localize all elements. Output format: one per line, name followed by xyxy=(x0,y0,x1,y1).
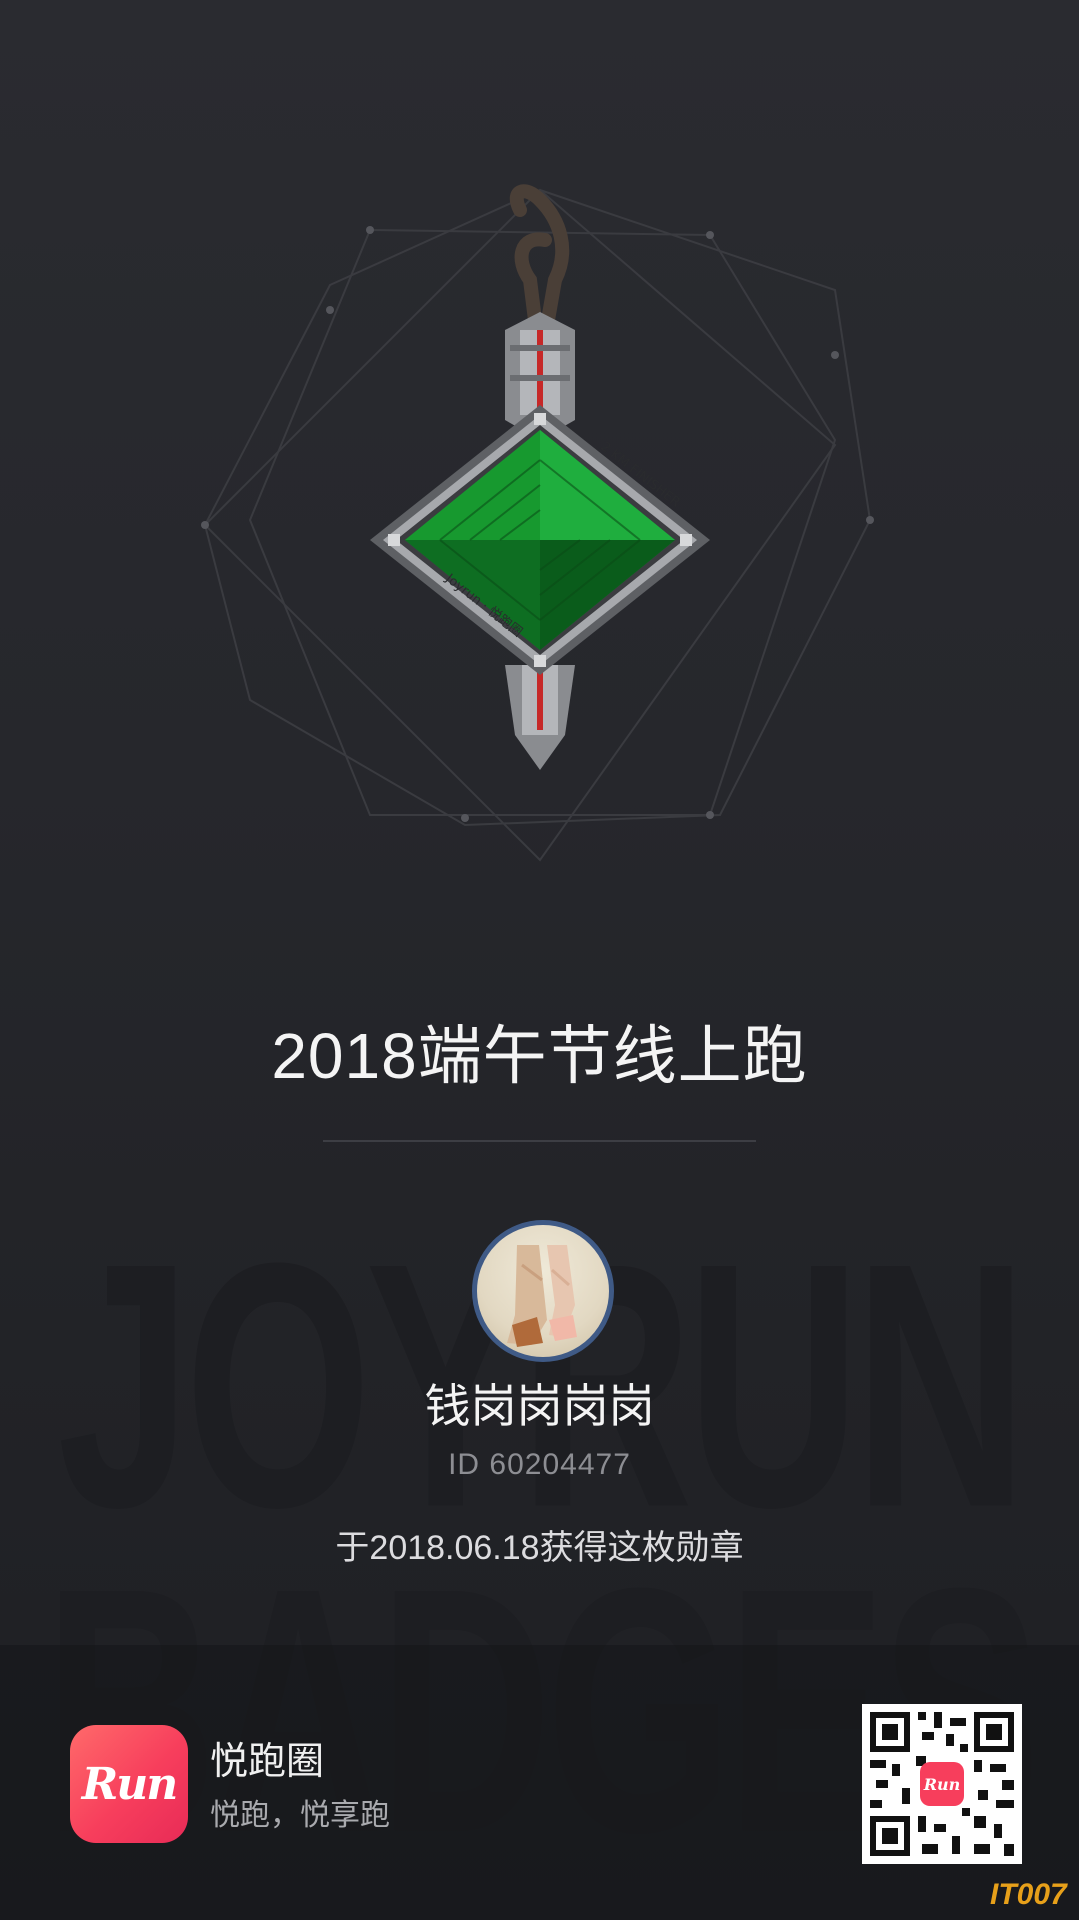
badge-illustration: 2 KM FINISHER Joyrun · 悦跑圈 xyxy=(0,0,1079,900)
app-slogan: 悦跑，悦享跑 xyxy=(210,1799,390,1832)
earned-date-text: 于2018.06.18获得这枚勋章 xyxy=(335,1529,744,1567)
app-logo-text: Run xyxy=(81,1758,179,1810)
watermark-logo: IT007 xyxy=(990,1878,1067,1911)
app-name: 悦跑圈 xyxy=(210,1741,325,1783)
avatar-photo-icon xyxy=(507,1245,577,1347)
svg-text:Run: Run xyxy=(923,1775,961,1794)
badge-title: 2018端午节线上跑 xyxy=(271,1020,808,1092)
qr-code-icon[interactable]: Run xyxy=(862,1704,1022,1864)
user-id: ID 60204477 xyxy=(448,1448,631,1481)
medal-bottom-ornament xyxy=(505,665,575,770)
user-name: 钱岗岗岗岗 xyxy=(424,1380,655,1432)
qr-code-graphic: Run xyxy=(862,1704,1022,1864)
medal-strap xyxy=(509,184,570,327)
app-logo-icon[interactable]: Run xyxy=(70,1725,188,1843)
avatar[interactable] xyxy=(472,1220,614,1362)
medal-graphic: 2 KM FINISHER Joyrun · 悦跑圈 xyxy=(201,184,874,862)
divider xyxy=(323,1140,756,1142)
